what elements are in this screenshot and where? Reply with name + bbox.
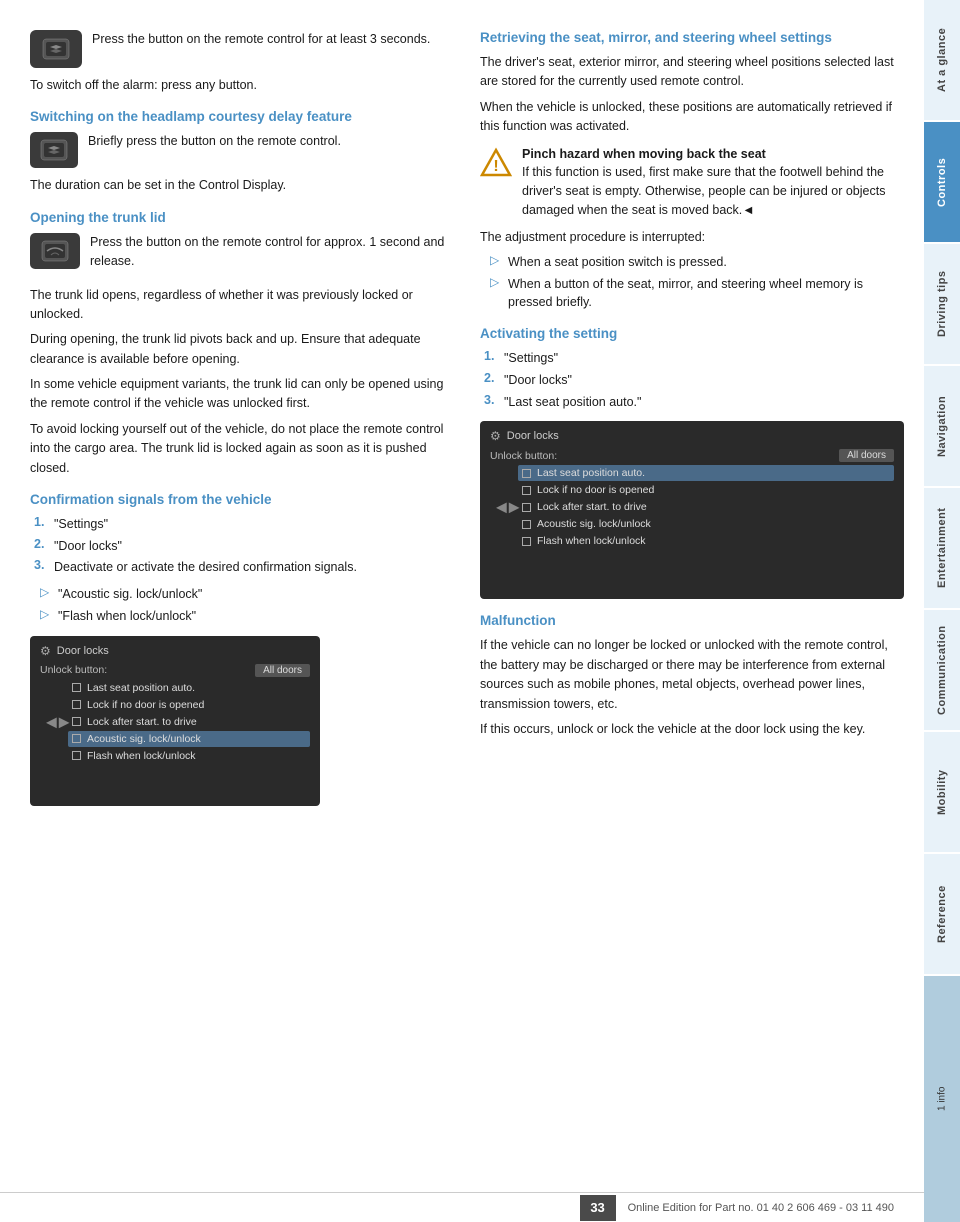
right-screen-title-bar: ⚙ Door locks (490, 429, 894, 443)
left-unlock-label: Unlock button: (40, 664, 107, 676)
r-checkbox-3 (522, 503, 531, 512)
left-unlock-value: All doors (255, 664, 310, 677)
left-nav-arrows: ◀ ▶ (46, 713, 70, 730)
footer-text: Online Edition for Part no. 01 40 2 606 … (628, 1202, 894, 1214)
retrieving-body-1: The driver's seat, exterior mirror, and … (480, 53, 904, 92)
trunk-icon-text: Press the button on the remote control f… (90, 233, 460, 272)
right-unlock-row: Unlock button: All doors (490, 449, 894, 462)
conf-step-3: 3. Deactivate or activate the desired co… (34, 558, 460, 577)
intro-text: Press the button on the remote control f… (92, 30, 430, 49)
sidebar-tab-entertainment[interactable]: Entertainment (924, 488, 960, 608)
right-row-1: Last seat position auto. (518, 465, 894, 481)
warning-box: ! Pinch hazard when moving back the seat… (480, 145, 904, 220)
sidebar-tab-reference[interactable]: Reference (924, 854, 960, 974)
interrupt-2: ▷ When a button of the seat, mirror, and… (480, 275, 904, 313)
page-number: 33 (580, 1195, 616, 1221)
left-row-3: Lock after start. to drive (68, 714, 310, 730)
warning-body: If this function is used, first make sur… (522, 165, 885, 217)
activating-screen: ⚙ Door locks Unlock button: All doors ◀ … (480, 421, 904, 599)
conf-arrow-2: ▷ "Flash when lock/unlock" (30, 607, 460, 626)
left-screen-title: Door locks (57, 645, 109, 657)
r-checkbox-4 (522, 520, 531, 529)
checkbox-5 (72, 751, 81, 760)
warning-triangle-icon: ! (480, 147, 512, 179)
left-row-5: Flash when lock/unlock (68, 748, 310, 764)
warning-title: Pinch hazard when moving back the seat (522, 147, 766, 161)
malfunction-body-2: If this occurs, unlock or lock the vehic… (480, 720, 904, 739)
conf-arrow-1: ▷ "Acoustic sig. lock/unlock" (30, 585, 460, 604)
conf-step-1: 1. "Settings" (34, 515, 460, 534)
interrupt-1: ▷ When a seat position switch is pressed… (480, 253, 904, 272)
left-row-2: Lock if no door is opened (68, 697, 310, 713)
right-unlock-label: Unlock button: (490, 450, 557, 462)
sidebar-tab-driving-tips[interactable]: Driving tips (924, 244, 960, 364)
svg-text:!: ! (493, 158, 498, 175)
sidebar-tab-navigation[interactable]: Navigation (924, 366, 960, 486)
confirmation-screen: ⚙ Door locks Unlock button: All doors ◀ … (30, 636, 320, 806)
door-lock-icon-left: ⚙ (40, 644, 51, 658)
activating-heading: Activating the setting (480, 326, 904, 341)
headlamp-icon-text: Briefly press the button on the remote c… (88, 132, 341, 151)
left-row-1: Last seat position auto. (68, 680, 310, 696)
sidebar-tab-mobility[interactable]: Mobility (924, 732, 960, 852)
sidebar-tab-communication[interactable]: Communication (924, 610, 960, 730)
trunk-body-1: The trunk lid opens, regardless of wheth… (30, 286, 460, 325)
act-step-2: 2. "Door locks" (484, 371, 904, 390)
warning-content: Pinch hazard when moving back the seat I… (522, 145, 904, 220)
sidebar-tab-at-a-glance[interactable]: At a glance (924, 0, 960, 120)
checkbox-3 (72, 717, 81, 726)
checkbox-1 (72, 683, 81, 692)
trunk-body-4: To avoid locking yourself out of the veh… (30, 420, 460, 478)
activating-steps: 1. "Settings" 2. "Door locks" 3. "Last s… (480, 349, 904, 411)
sidebar: At a glance Controls Driving tips Naviga… (924, 0, 960, 1222)
right-nav-arrows: ◀ ▶ (496, 499, 520, 516)
malfunction-body-1: If the vehicle can no longer be locked o… (480, 636, 904, 714)
conf-step-2: 2. "Door locks" (34, 537, 460, 556)
headlamp-icon-row: Briefly press the button on the remote c… (30, 132, 460, 168)
right-row-2: Lock if no door is opened (518, 482, 894, 498)
checkbox-4 (72, 734, 81, 743)
bottom-right: 33 Online Edition for Part no. 01 40 2 6… (580, 1195, 894, 1221)
r-checkbox-1 (522, 469, 531, 478)
sidebar-tab-info[interactable]: 1 info (924, 976, 960, 1222)
alarm-text: To switch off the alarm: press any butto… (30, 76, 460, 95)
retrieving-heading: Retrieving the seat, mirror, and steerin… (480, 30, 904, 45)
trunk-icon-row: Press the button on the remote control f… (30, 233, 460, 278)
right-row-3: Lock after start. to drive (518, 499, 894, 515)
r-checkbox-2 (522, 486, 531, 495)
retrieving-body-2: When the vehicle is unlocked, these posi… (480, 98, 904, 137)
left-row-4: Acoustic sig. lock/unlock (68, 731, 310, 747)
left-unlock-row: Unlock button: All doors (40, 664, 310, 677)
bottom-bar: 33 Online Edition for Part no. 01 40 2 6… (0, 1192, 924, 1222)
right-row-4: Acoustic sig. lock/unlock (518, 516, 894, 532)
left-screen-title-bar: ⚙ Door locks (40, 644, 310, 658)
trunk-heading: Opening the trunk lid (30, 210, 460, 225)
act-step-3: 3. "Last seat position auto." (484, 393, 904, 412)
intro-icon-row: Press the button on the remote control f… (30, 30, 460, 68)
right-unlock-value: All doors (839, 449, 894, 462)
door-lock-icon-right: ⚙ (490, 429, 501, 443)
r-checkbox-5 (522, 537, 531, 546)
confirmation-steps: 1. "Settings" 2. "Door locks" 3. Deactiv… (30, 515, 460, 577)
remote-control-icon (30, 30, 82, 68)
trunk-body-2: During opening, the trunk lid pivots bac… (30, 330, 460, 369)
headlamp-body: The duration can be set in the Control D… (30, 176, 460, 195)
interruption-title: The adjustment procedure is interrupted: (480, 228, 904, 247)
confirmation-heading: Confirmation signals from the vehicle (30, 492, 460, 507)
headlamp-heading: Switching on the headlamp courtesy delay… (30, 109, 460, 124)
act-step-1: 1. "Settings" (484, 349, 904, 368)
right-screen-title: Door locks (507, 430, 559, 442)
checkbox-2 (72, 700, 81, 709)
malfunction-heading: Malfunction (480, 613, 904, 628)
right-row-5: Flash when lock/unlock (518, 533, 894, 549)
headlamp-remote-icon (30, 132, 78, 168)
trunk-body-3: In some vehicle equipment variants, the … (30, 375, 460, 414)
trunk-remote-icon (30, 233, 80, 269)
sidebar-tab-controls[interactable]: Controls (924, 122, 960, 242)
